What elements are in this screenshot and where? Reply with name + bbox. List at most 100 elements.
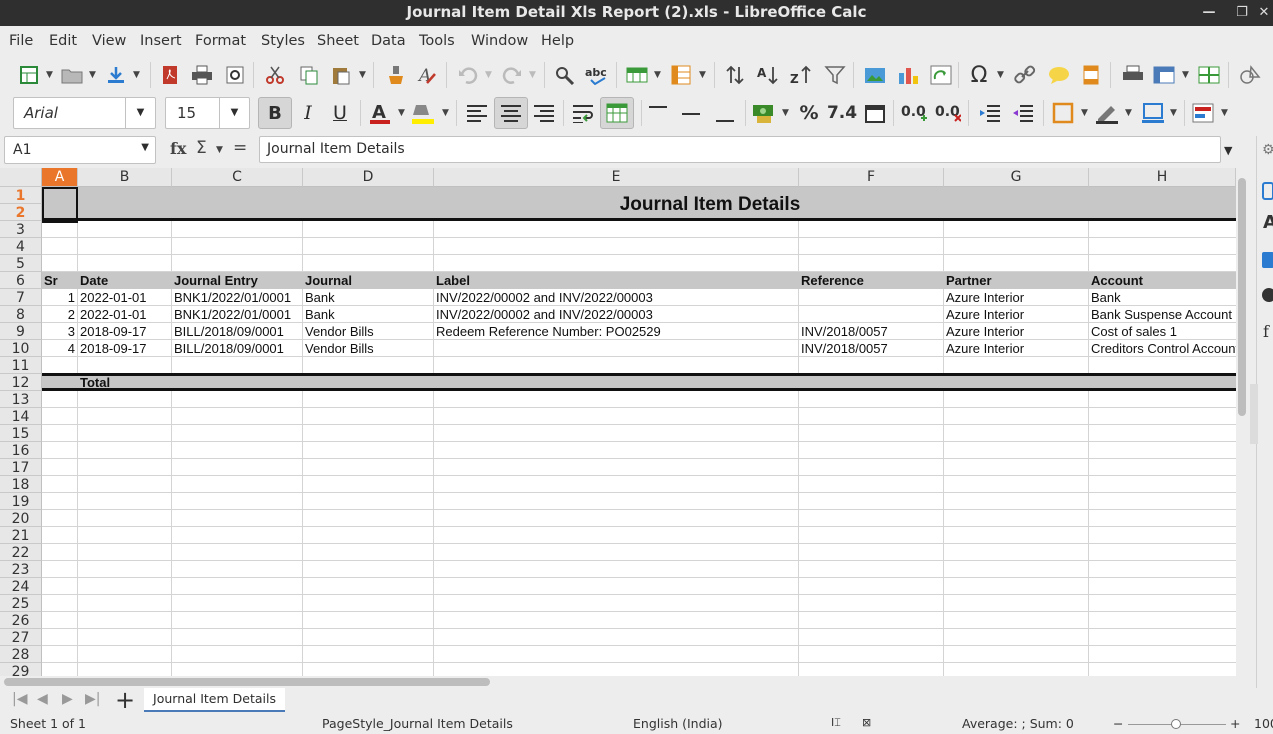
wrap-text-icon[interactable] bbox=[571, 100, 597, 126]
zoom-level[interactable]: 100 bbox=[1254, 716, 1273, 731]
menu-format[interactable]: Format bbox=[195, 33, 246, 49]
redo-icon[interactable] bbox=[499, 62, 525, 88]
row-header-15[interactable]: 15 bbox=[0, 425, 42, 442]
headers-footers-icon[interactable] bbox=[1078, 62, 1104, 88]
row-header-20[interactable]: 20 bbox=[0, 510, 42, 527]
font-size-dropdown[interactable]: ▼ bbox=[219, 98, 249, 128]
table-cell[interactable]: 2 bbox=[42, 306, 78, 323]
row-header-23[interactable]: 23 bbox=[0, 561, 42, 578]
table-cell[interactable]: Vendor Bills bbox=[303, 340, 434, 357]
table-cell[interactable]: BILL/2018/09/0001 bbox=[172, 323, 303, 340]
tab-journal-item-details[interactable]: Journal Item Details bbox=[144, 688, 285, 712]
table-cell[interactable] bbox=[434, 340, 799, 357]
border-style-icon[interactable] bbox=[1094, 100, 1120, 126]
total-label[interactable]: Total bbox=[78, 374, 172, 391]
hyperlink-icon[interactable] bbox=[1012, 62, 1038, 88]
table-cell[interactable]: Bank Suspense Account bbox=[1089, 306, 1236, 323]
menu-styles[interactable]: Styles bbox=[261, 33, 305, 49]
select-all-corner[interactable] bbox=[0, 168, 42, 187]
font-name-dropdown[interactable]: ▼ bbox=[125, 98, 155, 128]
menu-edit[interactable]: Edit bbox=[49, 33, 77, 49]
row-header-22[interactable]: 22 bbox=[0, 544, 42, 561]
menu-tools[interactable]: Tools bbox=[419, 33, 455, 49]
row-header-4[interactable]: 4 bbox=[0, 238, 42, 255]
column-header-f[interactable]: F bbox=[799, 168, 944, 187]
clone-formatting-icon[interactable] bbox=[383, 62, 409, 88]
print-preview-icon[interactable] bbox=[222, 62, 248, 88]
row-header-25[interactable]: 25 bbox=[0, 595, 42, 612]
sort-icon[interactable] bbox=[722, 62, 748, 88]
table-cell[interactable]: Azure Interior bbox=[944, 323, 1089, 340]
row-header-27[interactable]: 27 bbox=[0, 629, 42, 646]
table-cell[interactable]: INV/2018/0057 bbox=[799, 340, 944, 357]
column-icon[interactable] bbox=[668, 62, 694, 88]
table-cell[interactable]: INV/2022/00002 and INV/2022/00003 bbox=[434, 289, 799, 306]
sum-icon[interactable]: Σ bbox=[196, 138, 207, 158]
borders-icon[interactable] bbox=[1050, 100, 1076, 126]
column-label-5[interactable]: Label bbox=[434, 272, 799, 289]
table-cell[interactable]: 1 bbox=[42, 289, 78, 306]
sidebar-gallery-icon[interactable] bbox=[1262, 252, 1273, 268]
currency-format-icon[interactable] bbox=[751, 100, 777, 126]
minimize-button[interactable]: — bbox=[1198, 0, 1220, 26]
sidebar-navigator-icon[interactable] bbox=[1262, 288, 1273, 302]
formula-input[interactable]: Journal Item Details bbox=[259, 136, 1221, 163]
row-header-2[interactable]: 2 bbox=[0, 204, 42, 221]
paste-icon[interactable] bbox=[328, 62, 354, 88]
spreadsheet-grid[interactable]: ABCDEFGH 1 2 3 4 5 6 7 8 9 10 11 12 13 14 15 16 17 18 19 20… bbox=[0, 168, 1236, 676]
table-cell[interactable]: 2022-01-01 bbox=[78, 289, 172, 306]
row-header-16[interactable]: 16 bbox=[0, 442, 42, 459]
row-header-28[interactable]: 28 bbox=[0, 646, 42, 663]
cut-icon[interactable] bbox=[262, 62, 288, 88]
freeze-rows-columns-icon[interactable] bbox=[1151, 62, 1177, 88]
next-sheet-icon[interactable]: ▶ bbox=[62, 691, 73, 707]
menu-sheet[interactable]: Sheet bbox=[317, 33, 359, 49]
table-cell[interactable]: Bank bbox=[303, 306, 434, 323]
row-header-29[interactable]: 29 bbox=[0, 663, 42, 676]
expand-formula-bar-icon[interactable]: ▼ bbox=[1224, 144, 1232, 157]
menu-file[interactable]: File bbox=[9, 33, 33, 49]
sidebar-settings-icon[interactable]: ⚙ bbox=[1262, 142, 1273, 158]
status-page-style[interactable]: PageStyle_Journal Item Details bbox=[322, 716, 513, 731]
table-cell[interactable]: Bank bbox=[303, 289, 434, 306]
row-header-6[interactable]: 6 bbox=[0, 272, 42, 289]
column-header-h[interactable]: H bbox=[1089, 168, 1236, 187]
table-cell[interactable]: 2018-09-17 bbox=[78, 323, 172, 340]
open-folder-icon[interactable] bbox=[59, 62, 85, 88]
row-header-12[interactable]: 12 bbox=[0, 374, 42, 391]
vertical-scrollbar[interactable] bbox=[1236, 168, 1248, 676]
column-label-2[interactable]: Date bbox=[78, 272, 172, 289]
menu-data[interactable]: Data bbox=[371, 33, 406, 49]
row-header-14[interactable]: 14 bbox=[0, 408, 42, 425]
conditional-format-icon[interactable] bbox=[1190, 100, 1216, 126]
table-cell[interactable]: Vendor Bills bbox=[303, 323, 434, 340]
column-header-e[interactable]: E bbox=[434, 168, 799, 187]
first-sheet-icon[interactable]: |◀ bbox=[12, 691, 27, 707]
row-header-13[interactable]: 13 bbox=[0, 391, 42, 408]
align-top-icon[interactable] bbox=[645, 100, 671, 126]
table-cell[interactable]: Azure Interior bbox=[944, 340, 1089, 357]
sidebar-functions-icon[interactable]: f bbox=[1263, 322, 1269, 341]
column-label-3[interactable]: Journal Entry bbox=[172, 272, 303, 289]
decrease-indent-icon[interactable] bbox=[1010, 100, 1036, 126]
zoom-slider-knob[interactable] bbox=[1171, 719, 1181, 729]
table-cell[interactable]: 2018-09-17 bbox=[78, 340, 172, 357]
row-header-10[interactable]: 10 bbox=[0, 340, 42, 357]
previous-sheet-icon[interactable]: ◀ bbox=[37, 691, 48, 707]
table-cell[interactable]: 4 bbox=[42, 340, 78, 357]
close-button[interactable]: ✕ bbox=[1253, 0, 1273, 26]
column-label-8[interactable]: Account bbox=[1089, 272, 1236, 289]
autofilter-icon[interactable] bbox=[822, 62, 848, 88]
date-format-icon[interactable] bbox=[862, 100, 888, 126]
spelling-icon[interactable]: abc bbox=[585, 62, 611, 88]
row-header-8[interactable]: 8 bbox=[0, 306, 42, 323]
align-bottom-icon[interactable] bbox=[712, 100, 738, 126]
table-cell[interactable]: BILL/2018/09/0001 bbox=[172, 340, 303, 357]
add-sheet-icon[interactable]: + bbox=[115, 686, 135, 714]
menu-window[interactable]: Window bbox=[471, 33, 528, 49]
table-cell[interactable]: INV/2018/0057 bbox=[799, 323, 944, 340]
row-icon[interactable] bbox=[624, 62, 650, 88]
menu-insert[interactable]: Insert bbox=[140, 33, 182, 49]
table-cell[interactable]: 3 bbox=[42, 323, 78, 340]
percent-format-icon[interactable]: % bbox=[796, 100, 822, 126]
